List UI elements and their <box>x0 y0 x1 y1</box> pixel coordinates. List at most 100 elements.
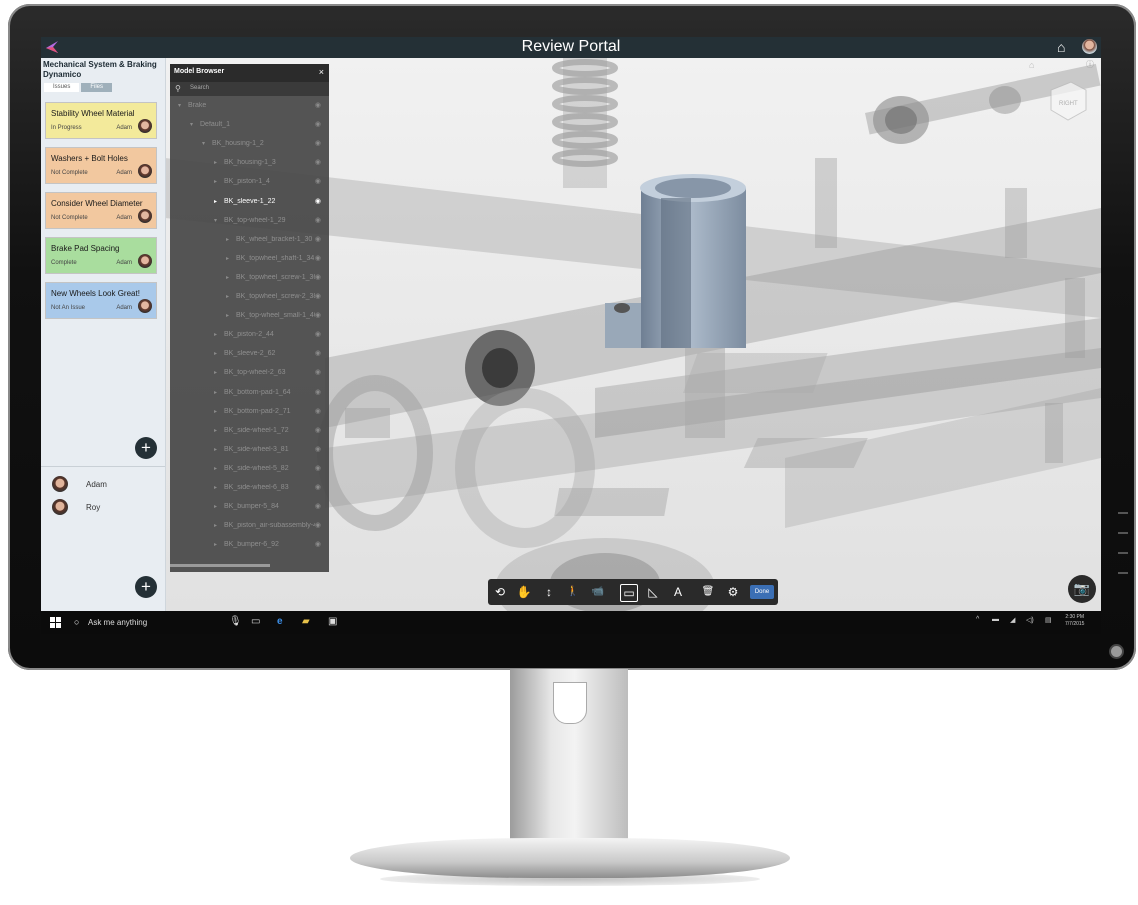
walk-icon[interactable]: 🚶 <box>565 584 581 600</box>
pan-icon[interactable]: ✋ <box>516 584 532 600</box>
chevron-right-icon[interactable]: ▸ <box>214 484 217 491</box>
taskbar-search[interactable]: ○ Ask me anything <box>71 614 221 631</box>
issue-card[interactable]: Washers + Bolt Holes Not Complete Adam <box>45 147 157 184</box>
tree-node[interactable]: ▸ BK_piston-2_44 ◉ <box>170 327 329 345</box>
tree-node[interactable]: ▸ BK_top-wheel_small-1_40 ◉ <box>170 308 329 326</box>
tree-node[interactable]: ▸ BK_bottom-pad-2_71 ◉ <box>170 404 329 422</box>
list-item[interactable]: Adam <box>52 476 152 494</box>
visibility-eye-icon[interactable]: ◉ <box>315 540 321 548</box>
tree-node[interactable]: ▸ BK_sleeve-2_62 ◉ <box>170 346 329 364</box>
visibility-eye-icon[interactable]: ◉ <box>315 464 321 472</box>
visibility-eye-icon[interactable]: ◉ <box>315 445 321 453</box>
chevron-right-icon[interactable]: ▸ <box>214 389 217 396</box>
chevron-down-icon[interactable]: ▾ <box>190 121 193 128</box>
horizontal-scrollbar[interactable] <box>170 564 270 567</box>
markup-text-icon[interactable]: A <box>670 584 686 600</box>
tree-node[interactable]: ▸ BK_bumper-6_92 ◉ <box>170 537 329 555</box>
orbit-icon[interactable]: ⟲ <box>492 584 508 600</box>
edge-browser-icon[interactable]: e <box>277 616 283 627</box>
tree-node[interactable]: ▸ BK_wheel_bracket-1_30 ◉ <box>170 232 329 250</box>
visibility-eye-icon[interactable]: ◉ <box>315 254 321 262</box>
visibility-eye-icon[interactable]: ◉ <box>315 139 321 147</box>
delete-icon[interactable]: 🗑 <box>700 584 716 600</box>
chevron-right-icon[interactable]: ▸ <box>214 522 217 529</box>
store-icon[interactable]: ▣ <box>328 616 337 627</box>
chevron-right-icon[interactable]: ▸ <box>226 236 229 243</box>
visibility-eye-icon[interactable]: ◉ <box>315 349 321 357</box>
visibility-eye-icon[interactable]: ◉ <box>315 197 321 205</box>
visibility-eye-icon[interactable]: ◉ <box>315 521 321 529</box>
done-button[interactable]: Done <box>750 585 774 599</box>
visibility-eye-icon[interactable]: ◉ <box>315 502 321 510</box>
chevron-right-icon[interactable]: ▸ <box>214 503 217 510</box>
chevron-right-icon[interactable]: ▸ <box>214 178 217 185</box>
visibility-eye-icon[interactable]: ◉ <box>315 368 321 376</box>
user-avatar[interactable] <box>1082 39 1097 54</box>
visibility-eye-icon[interactable]: ◉ <box>315 235 321 243</box>
visibility-eye-icon[interactable]: ◉ <box>315 330 321 338</box>
home-icon[interactable]: ⌂ <box>1057 39 1065 55</box>
tree-node[interactable]: ▸ BK_side-wheel-6_83 ◉ <box>170 480 329 498</box>
viewcube-label[interactable]: RIGHT <box>1059 101 1078 107</box>
screenshot-camera-icon[interactable]: 📷 <box>1068 575 1096 603</box>
tree-node[interactable]: ▸ BK_piston-1_4 ◉ <box>170 174 329 192</box>
viewcube-home-icon[interactable]: ⌂ <box>1029 60 1034 70</box>
task-view-icon[interactable]: ▭ <box>251 616 260 627</box>
visibility-eye-icon[interactable]: ◉ <box>315 311 321 319</box>
chevron-down-icon[interactable]: ▾ <box>202 140 205 147</box>
visibility-eye-icon[interactable]: ◉ <box>315 101 321 109</box>
chevron-down-icon[interactable]: ▾ <box>214 217 217 224</box>
chevron-right-icon[interactable]: ▸ <box>214 331 217 338</box>
info-icon[interactable]: ⓘ <box>1086 59 1094 70</box>
add-issue-button[interactable]: + <box>135 437 157 459</box>
tree-node[interactable]: ▸ BK_topwheel_shaft-1_34 ◉ <box>170 251 329 269</box>
tree-node[interactable]: ▸ BK_bottom-pad-1_64 ◉ <box>170 385 329 403</box>
volume-icon[interactable]: ◁) <box>1026 616 1034 624</box>
chevron-right-icon[interactable]: ▸ <box>226 274 229 281</box>
tree-node[interactable]: ▸ BK_bumper-5_84 ◉ <box>170 499 329 517</box>
chevron-right-icon[interactable]: ▸ <box>214 408 217 415</box>
zoom-icon[interactable]: ↕ <box>541 584 557 600</box>
tree-node[interactable]: ▾ BK_housing-1_2 ◉ <box>170 136 329 154</box>
chevron-right-icon[interactable]: ▸ <box>214 541 217 548</box>
settings-icon[interactable]: ⚙ <box>725 584 741 600</box>
visibility-eye-icon[interactable]: ◉ <box>315 120 321 128</box>
tree-node[interactable]: ▾ Brake ◉ <box>170 98 329 116</box>
tree-node[interactable]: ▸ BK_side-wheel-1_72 ◉ <box>170 423 329 441</box>
tab-files[interactable]: Files <box>81 83 113 92</box>
add-person-button[interactable]: + <box>135 576 157 598</box>
tree-node[interactable]: ▸ BK_top-wheel-2_63 ◉ <box>170 365 329 383</box>
taskbar-search-input[interactable]: Ask me anything <box>88 618 147 627</box>
issue-card[interactable]: Stability Wheel Material In Progress Ada… <box>45 102 157 139</box>
chevron-right-icon[interactable]: ▸ <box>214 369 217 376</box>
tree-node[interactable]: ▾ BK_top-wheel-1_29 ◉ <box>170 213 329 231</box>
issue-card[interactable]: New Wheels Look Great! Not An Issue Adam <box>45 282 157 319</box>
tree-node[interactable]: ▸ BK_topwheel_screw-2_38 ◉ <box>170 289 329 307</box>
chevron-right-icon[interactable]: ▸ <box>214 159 217 166</box>
list-item[interactable]: Roy <box>52 499 152 517</box>
section-icon[interactable]: ▭ <box>620 584 638 602</box>
visibility-eye-icon[interactable]: ◉ <box>315 216 321 224</box>
tree-node[interactable]: ▸ BK_side-wheel-5_82 ◉ <box>170 461 329 479</box>
microphone-icon[interactable]: 🎙 <box>229 616 242 627</box>
visibility-eye-icon[interactable]: ◉ <box>315 273 321 281</box>
taskbar-clock[interactable]: 2:30 PM 7/7/2015 <box>1065 614 1084 628</box>
issue-card[interactable]: Consider Wheel Diameter Not Complete Ada… <box>45 192 157 229</box>
measure-icon[interactable]: ◺ <box>645 584 661 600</box>
chevron-right-icon[interactable]: ▸ <box>214 427 217 434</box>
visibility-eye-icon[interactable]: ◉ <box>315 426 321 434</box>
tree-node[interactable]: ▾ Default_1 ◉ <box>170 117 329 135</box>
chevron-right-icon[interactable]: ▸ <box>226 312 229 319</box>
windows-start-icon[interactable] <box>50 617 61 628</box>
tree-node[interactable]: ▸ BK_side-wheel-3_81 ◉ <box>170 442 329 460</box>
tree-node[interactable]: ▸ BK_topwheel_screw-1_36 ◉ <box>170 270 329 288</box>
chevron-right-icon[interactable]: ▸ <box>226 293 229 300</box>
battery-icon[interactable]: ▬ <box>992 616 999 623</box>
model-browser-search[interactable]: ⚲ Search <box>170 82 329 96</box>
chevron-right-icon[interactable]: ▸ <box>214 198 217 205</box>
close-icon[interactable]: × <box>319 67 324 77</box>
chevron-right-icon[interactable]: ▸ <box>214 465 217 472</box>
chevron-right-icon[interactable]: ▸ <box>214 446 217 453</box>
visibility-eye-icon[interactable]: ◉ <box>315 407 321 415</box>
tree-node[interactable]: ▸ BK_piston_air-subassembly-4_91◉ <box>170 518 329 536</box>
